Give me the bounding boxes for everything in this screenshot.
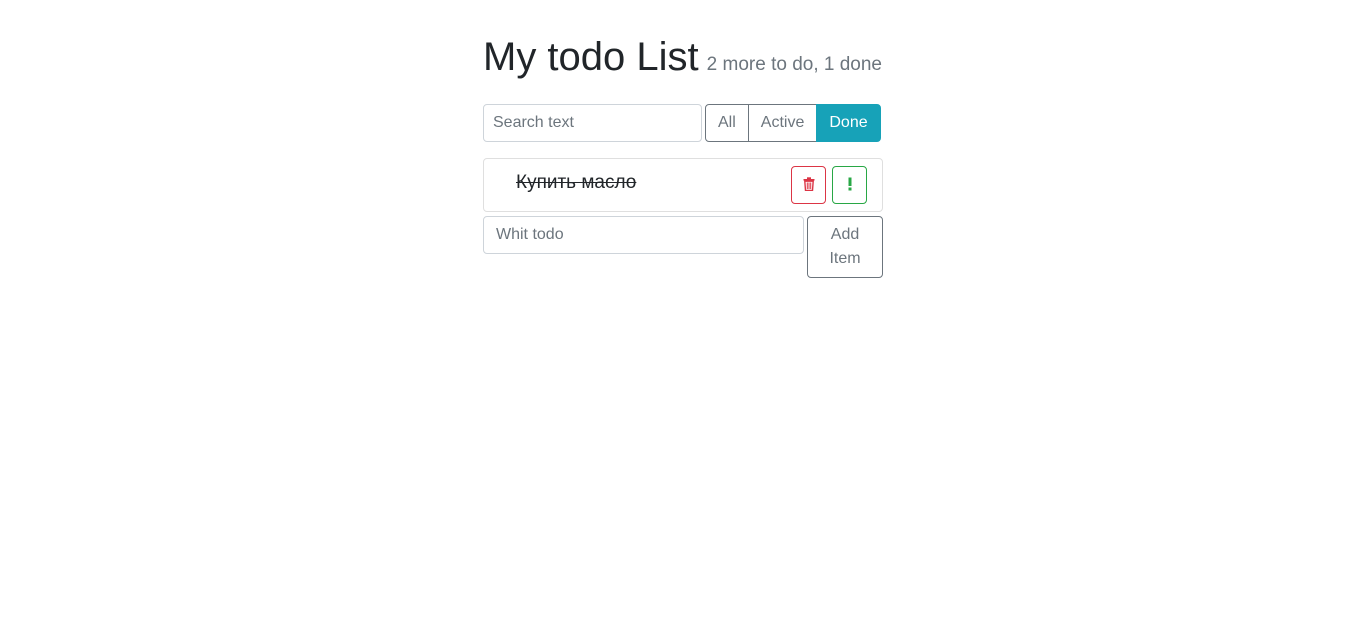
exclamation-icon [847, 177, 853, 194]
todo-list-item: Купить масло [483, 158, 883, 212]
filter-done-button[interactable]: Done [816, 104, 881, 142]
trash-icon [803, 176, 815, 194]
todo-item-label[interactable]: Купить масло [516, 172, 636, 194]
mark-important-button[interactable] [832, 166, 867, 204]
page-title: My todo List [483, 35, 699, 79]
todo-count-status: 2 more to do, 1 done [706, 54, 882, 75]
delete-button[interactable] [791, 166, 826, 204]
add-item-button[interactable]: Add Item [807, 216, 883, 278]
app-header: My todo List 2 more to do, 1 done [483, 34, 883, 80]
filter-active-button[interactable]: Active [747, 104, 818, 142]
new-todo-input[interactable] [483, 216, 804, 254]
filter-all-button[interactable]: All [705, 104, 749, 142]
status-filter-group: All Active Done [705, 104, 881, 142]
search-input[interactable] [483, 104, 702, 142]
